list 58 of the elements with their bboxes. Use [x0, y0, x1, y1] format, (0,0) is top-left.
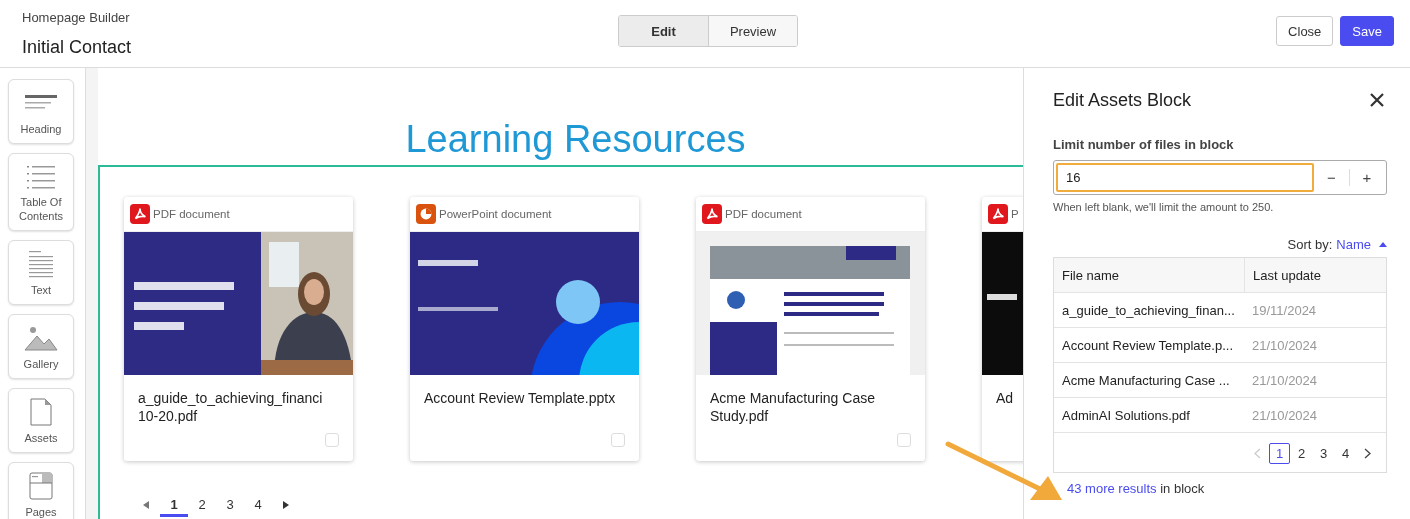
close-button[interactable]: Close	[1276, 16, 1334, 46]
file-name: Account Review Template.pptx	[423, 389, 617, 408]
block-tile[interactable]: Table Of Contents	[8, 153, 74, 231]
block-tile[interactable]: Pages	[8, 461, 74, 519]
sort-label: Sort by:	[1287, 237, 1333, 252]
file-type-label: PDF document	[725, 208, 802, 220]
block-tile[interactable]: Heading	[8, 79, 74, 144]
file-name: Acme Manufacturing Case Study.pdf	[709, 389, 876, 427]
results-link[interactable]: 43 more results	[1067, 481, 1157, 496]
pdf-icon	[702, 204, 722, 224]
panel-title: Edit Assets Block	[1053, 90, 1192, 111]
section-heading: Learning Resources	[404, 117, 747, 162]
view-tab[interactable]: Preview	[708, 16, 797, 46]
asset-card[interactable]: P Ad	[982, 197, 1023, 461]
page-number[interactable]: 2	[188, 495, 216, 517]
page-number[interactable]: 1	[160, 495, 188, 517]
sort-link[interactable]: Name	[1336, 237, 1371, 252]
table-cell-text: 21/10/2024	[1251, 407, 1319, 423]
checkbox[interactable]	[325, 433, 339, 447]
table-cell-text: 21/10/2024	[1251, 372, 1319, 388]
asset-card[interactable]: PDF document a_guide_to_achieving_financi 10-20.pdf	[124, 197, 353, 461]
field-label: Limit number of files in block	[1053, 137, 1235, 152]
page-number[interactable]: 3	[216, 495, 244, 517]
column-header: Last update	[1244, 258, 1386, 292]
presentation-icon	[416, 204, 436, 224]
file-name: Ad	[995, 389, 1015, 408]
file-name: a_guide_to_achieving_financi 10-20.pdf	[137, 389, 324, 427]
checkbox[interactable]	[897, 433, 911, 447]
table-cell-text: 19/11/2024	[1251, 302, 1318, 318]
app-name: Homepage Builder	[22, 9, 131, 25]
file-type-label: P	[1011, 208, 1019, 220]
asset-card[interactable]: PowerPoint document Account Review Template.pptx	[410, 197, 639, 461]
block-tile[interactable]: Assets	[8, 387, 74, 453]
results-note: 43 more results in block	[1067, 481, 1206, 496]
block-tile[interactable]: Gallery	[8, 313, 74, 379]
decrement-button[interactable]: −	[1314, 169, 1349, 186]
hint-text: When left blank, we'll limit the amount to 250.	[1053, 201, 1275, 213]
checkbox[interactable]	[611, 433, 625, 447]
table-cell-text: AdminAI Solutions.pdf	[1061, 407, 1191, 423]
page-title: Initial Contact	[22, 36, 133, 58]
increment-button[interactable]: +	[1349, 169, 1384, 186]
sort-ascending-icon	[1379, 242, 1387, 247]
input-field[interactable]: 16	[1056, 163, 1314, 192]
table-cell-text: Acme Manufacturing Case ...	[1061, 372, 1231, 388]
block-tile[interactable]: Text	[8, 239, 74, 305]
file-type-label: PDF document	[153, 208, 230, 220]
table-cell-text: 21/10/2024	[1251, 337, 1319, 353]
column-header: File name	[1061, 266, 1121, 285]
table-cell-text: Account Review Template.p...	[1061, 337, 1234, 353]
pdf-icon	[988, 204, 1008, 224]
table-cell-text: a_guide_to_achieving_finan...	[1061, 302, 1236, 318]
asset-card[interactable]: PDF document Acme Manufacturing Case Study.pdf	[696, 197, 925, 461]
page-number[interactable]: 4	[244, 495, 272, 517]
page-number[interactable]: 1	[1269, 443, 1290, 464]
file-type-label: PowerPoint document	[439, 208, 552, 220]
save-button[interactable]: Save	[1340, 16, 1394, 46]
view-tab[interactable]: Edit	[619, 16, 708, 46]
pdf-icon	[130, 204, 150, 224]
